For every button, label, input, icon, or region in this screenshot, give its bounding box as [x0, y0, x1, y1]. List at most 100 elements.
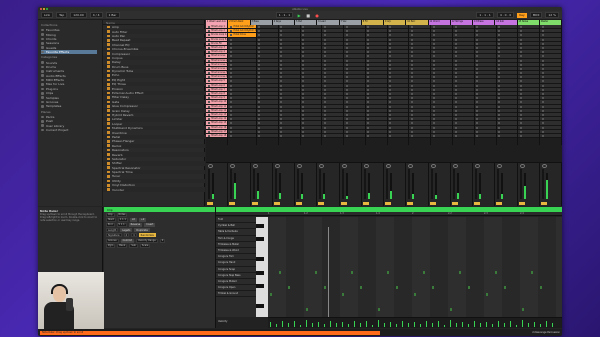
stop-button-icon[interactable] — [229, 130, 232, 133]
midi-note[interactable] — [522, 307, 524, 311]
stop-button-icon[interactable] — [229, 105, 232, 108]
stop-button-icon[interactable] — [302, 72, 305, 75]
stop-button-icon[interactable] — [454, 42, 457, 45]
signature-numerator[interactable]: 4 — [123, 233, 130, 238]
stop-button-icon[interactable] — [367, 38, 370, 41]
stop-button-icon[interactable] — [519, 122, 522, 125]
velocity-bar[interactable] — [342, 322, 343, 327]
stop-button-icon[interactable] — [367, 130, 370, 133]
stop-button-icon[interactable] — [258, 93, 261, 95]
clip-play-icon[interactable] — [207, 55, 210, 58]
stop-button-icon[interactable] — [519, 93, 522, 95]
stop-button-icon[interactable] — [302, 101, 305, 104]
track-activator-button[interactable] — [407, 202, 414, 205]
stop-button-icon[interactable] — [476, 67, 479, 70]
velocity-bar[interactable] — [408, 323, 409, 327]
stop-button-icon[interactable] — [432, 59, 435, 62]
stop-button-icon[interactable] — [432, 126, 435, 129]
stop-button-icon[interactable] — [498, 72, 501, 75]
stop-button-icon[interactable] — [280, 130, 283, 133]
song-position[interactable]: 1 . 1 . 1 — [275, 12, 294, 18]
stop-button-icon[interactable] — [229, 88, 232, 91]
note-ruler[interactable] — [256, 217, 268, 317]
stop-button-icon[interactable] — [519, 46, 522, 49]
volume-fader[interactable] — [274, 169, 277, 199]
stop-button-icon[interactable] — [323, 30, 326, 33]
stop-button-icon[interactable] — [258, 113, 261, 116]
stop-button-icon[interactable] — [280, 126, 283, 129]
stop-button-icon[interactable] — [229, 134, 232, 137]
stop-button-icon[interactable] — [410, 63, 413, 66]
velocity-bar[interactable] — [372, 324, 373, 327]
stop-button-icon[interactable] — [280, 118, 283, 121]
clip-play-icon[interactable] — [207, 113, 210, 116]
stop-button-icon[interactable] — [345, 30, 348, 33]
stop-button-icon[interactable] — [302, 63, 305, 66]
clip-play-icon[interactable] — [207, 67, 210, 70]
stop-button-icon[interactable] — [389, 84, 392, 87]
stop-button-icon[interactable] — [519, 26, 522, 28]
midi-note[interactable] — [288, 285, 290, 289]
stop-button-icon[interactable] — [476, 84, 479, 87]
stop-button-icon[interactable] — [367, 109, 370, 112]
stop-button-icon[interactable] — [432, 42, 435, 45]
stop-button-icon[interactable] — [498, 34, 501, 37]
stop-button-icon[interactable] — [541, 122, 544, 125]
stop-button-icon[interactable] — [432, 38, 435, 41]
stop-button-icon[interactable] — [476, 30, 479, 33]
velocity-bar[interactable] — [366, 321, 367, 327]
midi-note[interactable] — [342, 293, 344, 296]
velocity-bar[interactable] — [330, 321, 331, 327]
stop-button-icon[interactable] — [410, 130, 413, 133]
stop-button-icon[interactable] — [280, 76, 283, 79]
stop-button-icon[interactable] — [519, 84, 522, 87]
stop-button-icon[interactable] — [454, 101, 457, 104]
stop-button-icon[interactable] — [498, 118, 501, 121]
stop-button-icon[interactable] — [432, 72, 435, 75]
minimize-dot[interactable] — [43, 8, 45, 10]
reverse-button[interactable]: Reverse — [128, 222, 143, 227]
stop-button-icon[interactable] — [302, 34, 305, 37]
stop-button-icon[interactable] — [498, 122, 501, 125]
pan-knob[interactable] — [230, 164, 236, 168]
stop-button-icon[interactable] — [410, 113, 413, 116]
clip-play-icon[interactable] — [207, 105, 210, 108]
invert-button[interactable]: Invert — [144, 222, 156, 227]
stop-button-icon[interactable] — [389, 72, 392, 75]
clip-play-icon[interactable] — [207, 101, 210, 104]
pan-knob[interactable] — [452, 164, 458, 168]
stop-button-icon[interactable] — [454, 63, 457, 66]
velocity-bar[interactable] — [510, 321, 511, 327]
stop-button-icon[interactable] — [323, 34, 326, 37]
stop-button-icon[interactable] — [541, 34, 544, 37]
stop-button-icon[interactable] — [410, 109, 413, 112]
stop-button-icon[interactable] — [410, 80, 413, 83]
stop-button-icon[interactable] — [367, 51, 370, 54]
stop-button-icon[interactable] — [519, 59, 522, 62]
stop-button-icon[interactable] — [367, 113, 370, 116]
stop-button-icon[interactable] — [367, 101, 370, 104]
stop-button-icon[interactable] — [345, 42, 348, 45]
stop-button-icon[interactable] — [476, 38, 479, 41]
duplicate-button[interactable]: Duplicate — [134, 228, 150, 233]
stop-button-icon[interactable] — [476, 126, 479, 129]
stop-button-icon[interactable] — [519, 105, 522, 108]
velocity-bar[interactable] — [378, 319, 379, 327]
clip-play-icon[interactable] — [207, 109, 210, 112]
volume-fader[interactable] — [497, 169, 500, 199]
stop-button-icon[interactable] — [258, 130, 261, 133]
stop-button-icon[interactable] — [280, 88, 283, 91]
velocity-bar[interactable] — [468, 323, 469, 327]
midi-note[interactable] — [360, 285, 362, 289]
stop-button-icon[interactable] — [367, 72, 370, 75]
midi-note[interactable] — [387, 270, 389, 274]
stop-button-icon[interactable] — [323, 130, 326, 133]
key-map-button[interactable]: Key — [517, 12, 527, 18]
velocity-bar[interactable] — [552, 323, 553, 327]
stop-button-icon[interactable] — [323, 51, 326, 54]
clip-play-icon[interactable] — [207, 130, 210, 133]
stop-button-icon[interactable] — [454, 80, 457, 83]
stop-button-icon[interactable] — [345, 109, 348, 112]
clip-play-icon[interactable] — [207, 88, 210, 91]
stop-button-icon[interactable] — [323, 38, 326, 41]
